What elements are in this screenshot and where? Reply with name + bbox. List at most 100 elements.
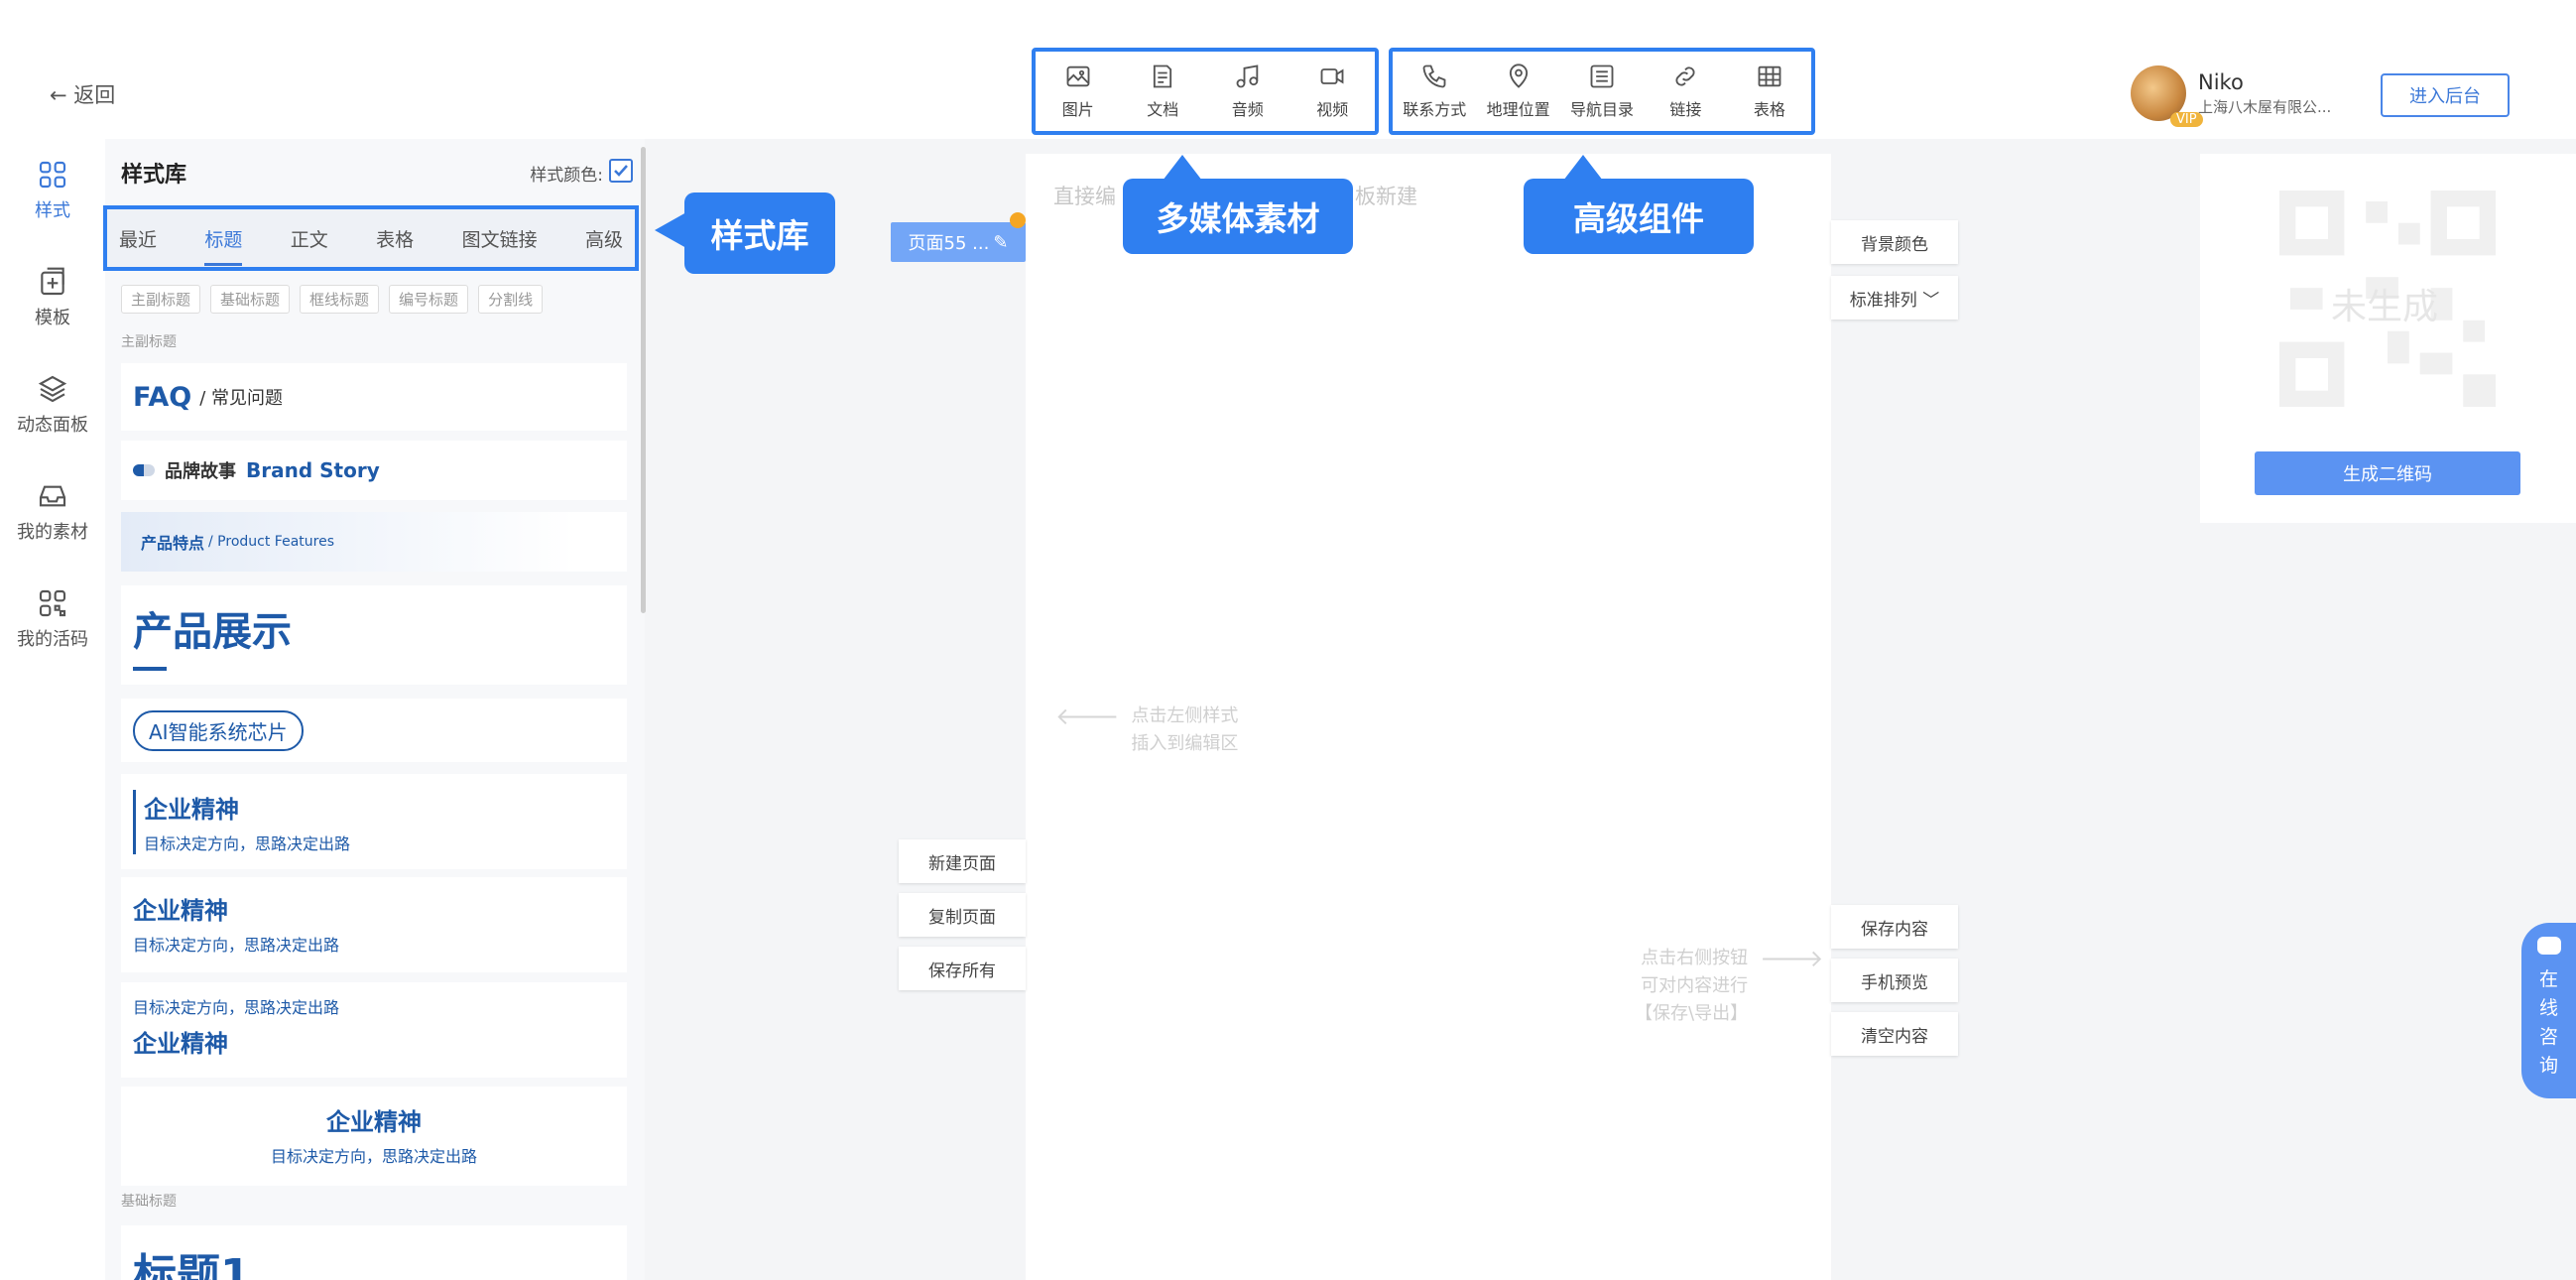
toolbar-label: 音频 (1231, 100, 1264, 119)
arrangement-dropdown[interactable]: 标准排列 ﹀ (1831, 276, 1958, 320)
qr-placeholder-text: 未生成 (2331, 287, 2439, 327)
brand-cn: 品牌故事 (165, 461, 236, 482)
chip-frame[interactable]: 框线标题 (300, 285, 380, 314)
callout-pointer-left-icon (655, 212, 686, 248)
spirit-title: 企业精神 (133, 1030, 228, 1058)
spirit-title: 企业精神 (326, 1108, 422, 1136)
sidebar-item-dynamic-panel[interactable]: 动态面板 (0, 373, 105, 437)
hint-line: 插入到编辑区 (1131, 733, 1239, 754)
new-page-button[interactable]: 新建页面 (899, 839, 1026, 883)
toolbar-table-button[interactable]: 表格 (1728, 52, 1811, 131)
page-tab-label: 页面55 ... (908, 233, 990, 254)
online-consult-button[interactable]: 在 线 咨 询 (2521, 923, 2576, 1098)
style-color-checkbox[interactable] (609, 159, 633, 183)
background-color-button[interactable]: 背景颜色 (1831, 220, 1958, 264)
media-toolbar: 图片 文档 音频 视频 (1032, 48, 1379, 135)
chip-basic[interactable]: 基础标题 (210, 285, 291, 314)
style-card-product[interactable]: 产品展示 (121, 585, 627, 685)
style-card-spirit-bar[interactable]: 企业精神 目标决定方向，思路决定出路 (121, 774, 627, 869)
style-card-features[interactable]: 产品特点 / Product Features (121, 512, 627, 572)
consult-char: 线 (2538, 997, 2558, 1019)
sidebar-item-template[interactable]: 模板 (0, 266, 105, 329)
toolbar-contact-button[interactable]: 联系方式 (1393, 52, 1476, 131)
generate-qr-button[interactable]: 生成二维码 (2255, 451, 2520, 495)
panel-header: 样式库 样式颜色: (121, 157, 637, 192)
toolbar-label: 联系方式 (1403, 100, 1467, 119)
sidebar-item-label: 样式 (35, 200, 70, 221)
chip-numbered[interactable]: 编号标题 (389, 285, 469, 314)
tab-advanced[interactable]: 高级 (585, 219, 623, 258)
back-button[interactable]: ← 返回 (50, 79, 115, 109)
tab-image-link[interactable]: 图文链接 (462, 219, 538, 258)
panel-scrollbar[interactable] (641, 147, 646, 613)
spirit-subtitle: 目标决定方向，思路决定出路 (144, 834, 351, 853)
canvas-hint-top-left: 直接编 (1053, 185, 1116, 208)
toolbar-navigation-button[interactable]: 导航目录 (1560, 52, 1644, 131)
location-icon (1509, 64, 1528, 88)
toolbar-label: 地理位置 (1486, 100, 1550, 119)
hint-line: 点击左侧样式 (1131, 705, 1239, 726)
advanced-toolbar: 联系方式 地理位置 导航目录 链接 表格 (1389, 48, 1815, 135)
toolbar-link-button[interactable]: 链接 (1644, 52, 1727, 131)
features-en: / Product Features (208, 534, 334, 550)
title-underline (133, 667, 167, 671)
mobile-preview-button[interactable]: 手机预览 (1831, 959, 1958, 1002)
top-bar: ← 返回 图片 文档 音频 视频 联系方式 地理位置 导航目录 链接 表格 VI… (0, 0, 2576, 139)
style-card-spirit-reverse[interactable]: 目标决定方向，思路决定出路 企业精神 (121, 982, 627, 1078)
brand-en: Brand Story (246, 458, 380, 482)
toolbar-location-button[interactable]: 地理位置 (1476, 52, 1559, 131)
document-icon (1154, 64, 1172, 88)
style-card-spirit-plain[interactable]: 企业精神 目标决定方向，思路决定出路 (121, 877, 627, 972)
save-all-button[interactable]: 保存所有 (899, 947, 1026, 990)
spirit-title: 企业精神 (133, 897, 228, 925)
callout-style-library: 样式库 (684, 192, 835, 274)
image-icon (1066, 65, 1090, 87)
sidebar-item-materials[interactable]: 我的素材 (0, 480, 105, 544)
save-content-button[interactable]: 保存内容 (1831, 905, 1958, 949)
style-card-spirit-center[interactable]: 企业精神 目标决定方向，思路决定出路 (121, 1087, 627, 1186)
chip-main-sub[interactable]: 主副标题 (121, 285, 201, 314)
sidebar-item-label: 动态面板 (17, 415, 88, 436)
toolbar-label: 视频 (1316, 100, 1349, 119)
style-card-basic-heading[interactable]: 标题1 (121, 1225, 627, 1280)
left-nav: 样式 模板 动态面板 我的素材 我的活码 (0, 139, 105, 1280)
tab-heading[interactable]: 标题 (204, 219, 243, 266)
panel-title: 样式库 (121, 163, 187, 188)
callout-media: 多媒体素材 (1123, 179, 1353, 254)
toolbar-image-button[interactable]: 图片 (1036, 52, 1121, 131)
tab-table[interactable]: 表格 (376, 219, 414, 258)
sidebar-item-livecode[interactable]: 我的活码 (0, 587, 105, 651)
canvas-hint-right: 点击右侧按钮 可对内容进行 【保存\导出】 🡒 (1635, 945, 1823, 1028)
hint-line: 点击右侧按钮 (1641, 948, 1749, 968)
enter-admin-button[interactable]: 进入后台 (2381, 73, 2510, 117)
style-card-brand[interactable]: 品牌故事 Brand Story (121, 441, 627, 500)
canvas-hint-left: 🡐 点击左侧样式 插入到编辑区 (1055, 703, 1238, 758)
list-icon (1590, 64, 1614, 88)
copy-page-button[interactable]: 复制页面 (899, 893, 1026, 937)
vip-badge: VIP (2170, 112, 2203, 127)
style-color-label: 样式颜色: (530, 166, 603, 186)
style-card-faq[interactable]: FAQ / 常见问题 (121, 363, 627, 431)
spirit-title: 企业精神 (144, 796, 239, 824)
avatar[interactable]: VIP (2131, 65, 2203, 127)
tab-recent[interactable]: 最近 (119, 219, 157, 258)
toolbar-audio-button[interactable]: 音频 (1205, 52, 1290, 131)
clear-content-button[interactable]: 清空内容 (1831, 1012, 1958, 1056)
layers-icon (38, 375, 67, 403)
page-tab[interactable]: 页面55 ... ✎ (891, 222, 1026, 262)
toolbar-label: 链接 (1669, 100, 1702, 119)
toolbar-video-button[interactable]: 视频 (1290, 52, 1376, 131)
callout-pointer-up-icon (1163, 155, 1202, 181)
sidebar-item-style[interactable]: 样式 (0, 159, 105, 222)
toolbar-document-button[interactable]: 文档 (1121, 52, 1206, 131)
inbox-icon (39, 485, 66, 507)
style-tabs: 最近 标题 正文 表格 图文链接 高级 (103, 205, 639, 271)
style-card-chip[interactable]: AI智能系统芯片 (121, 699, 627, 762)
tab-body[interactable]: 正文 (291, 219, 328, 258)
toolbar-label: 表格 (1753, 100, 1785, 119)
chip-divider[interactable]: 分割线 (478, 285, 544, 314)
faq-subtitle: / 常见问题 (199, 388, 283, 409)
canvas-hint-top-right: 板新建 (1355, 185, 1417, 208)
spirit-subtitle: 目标决定方向，思路决定出路 (133, 936, 340, 955)
user-info[interactable]: VIP Niko 上海八木屋有限公... (2131, 65, 2331, 127)
